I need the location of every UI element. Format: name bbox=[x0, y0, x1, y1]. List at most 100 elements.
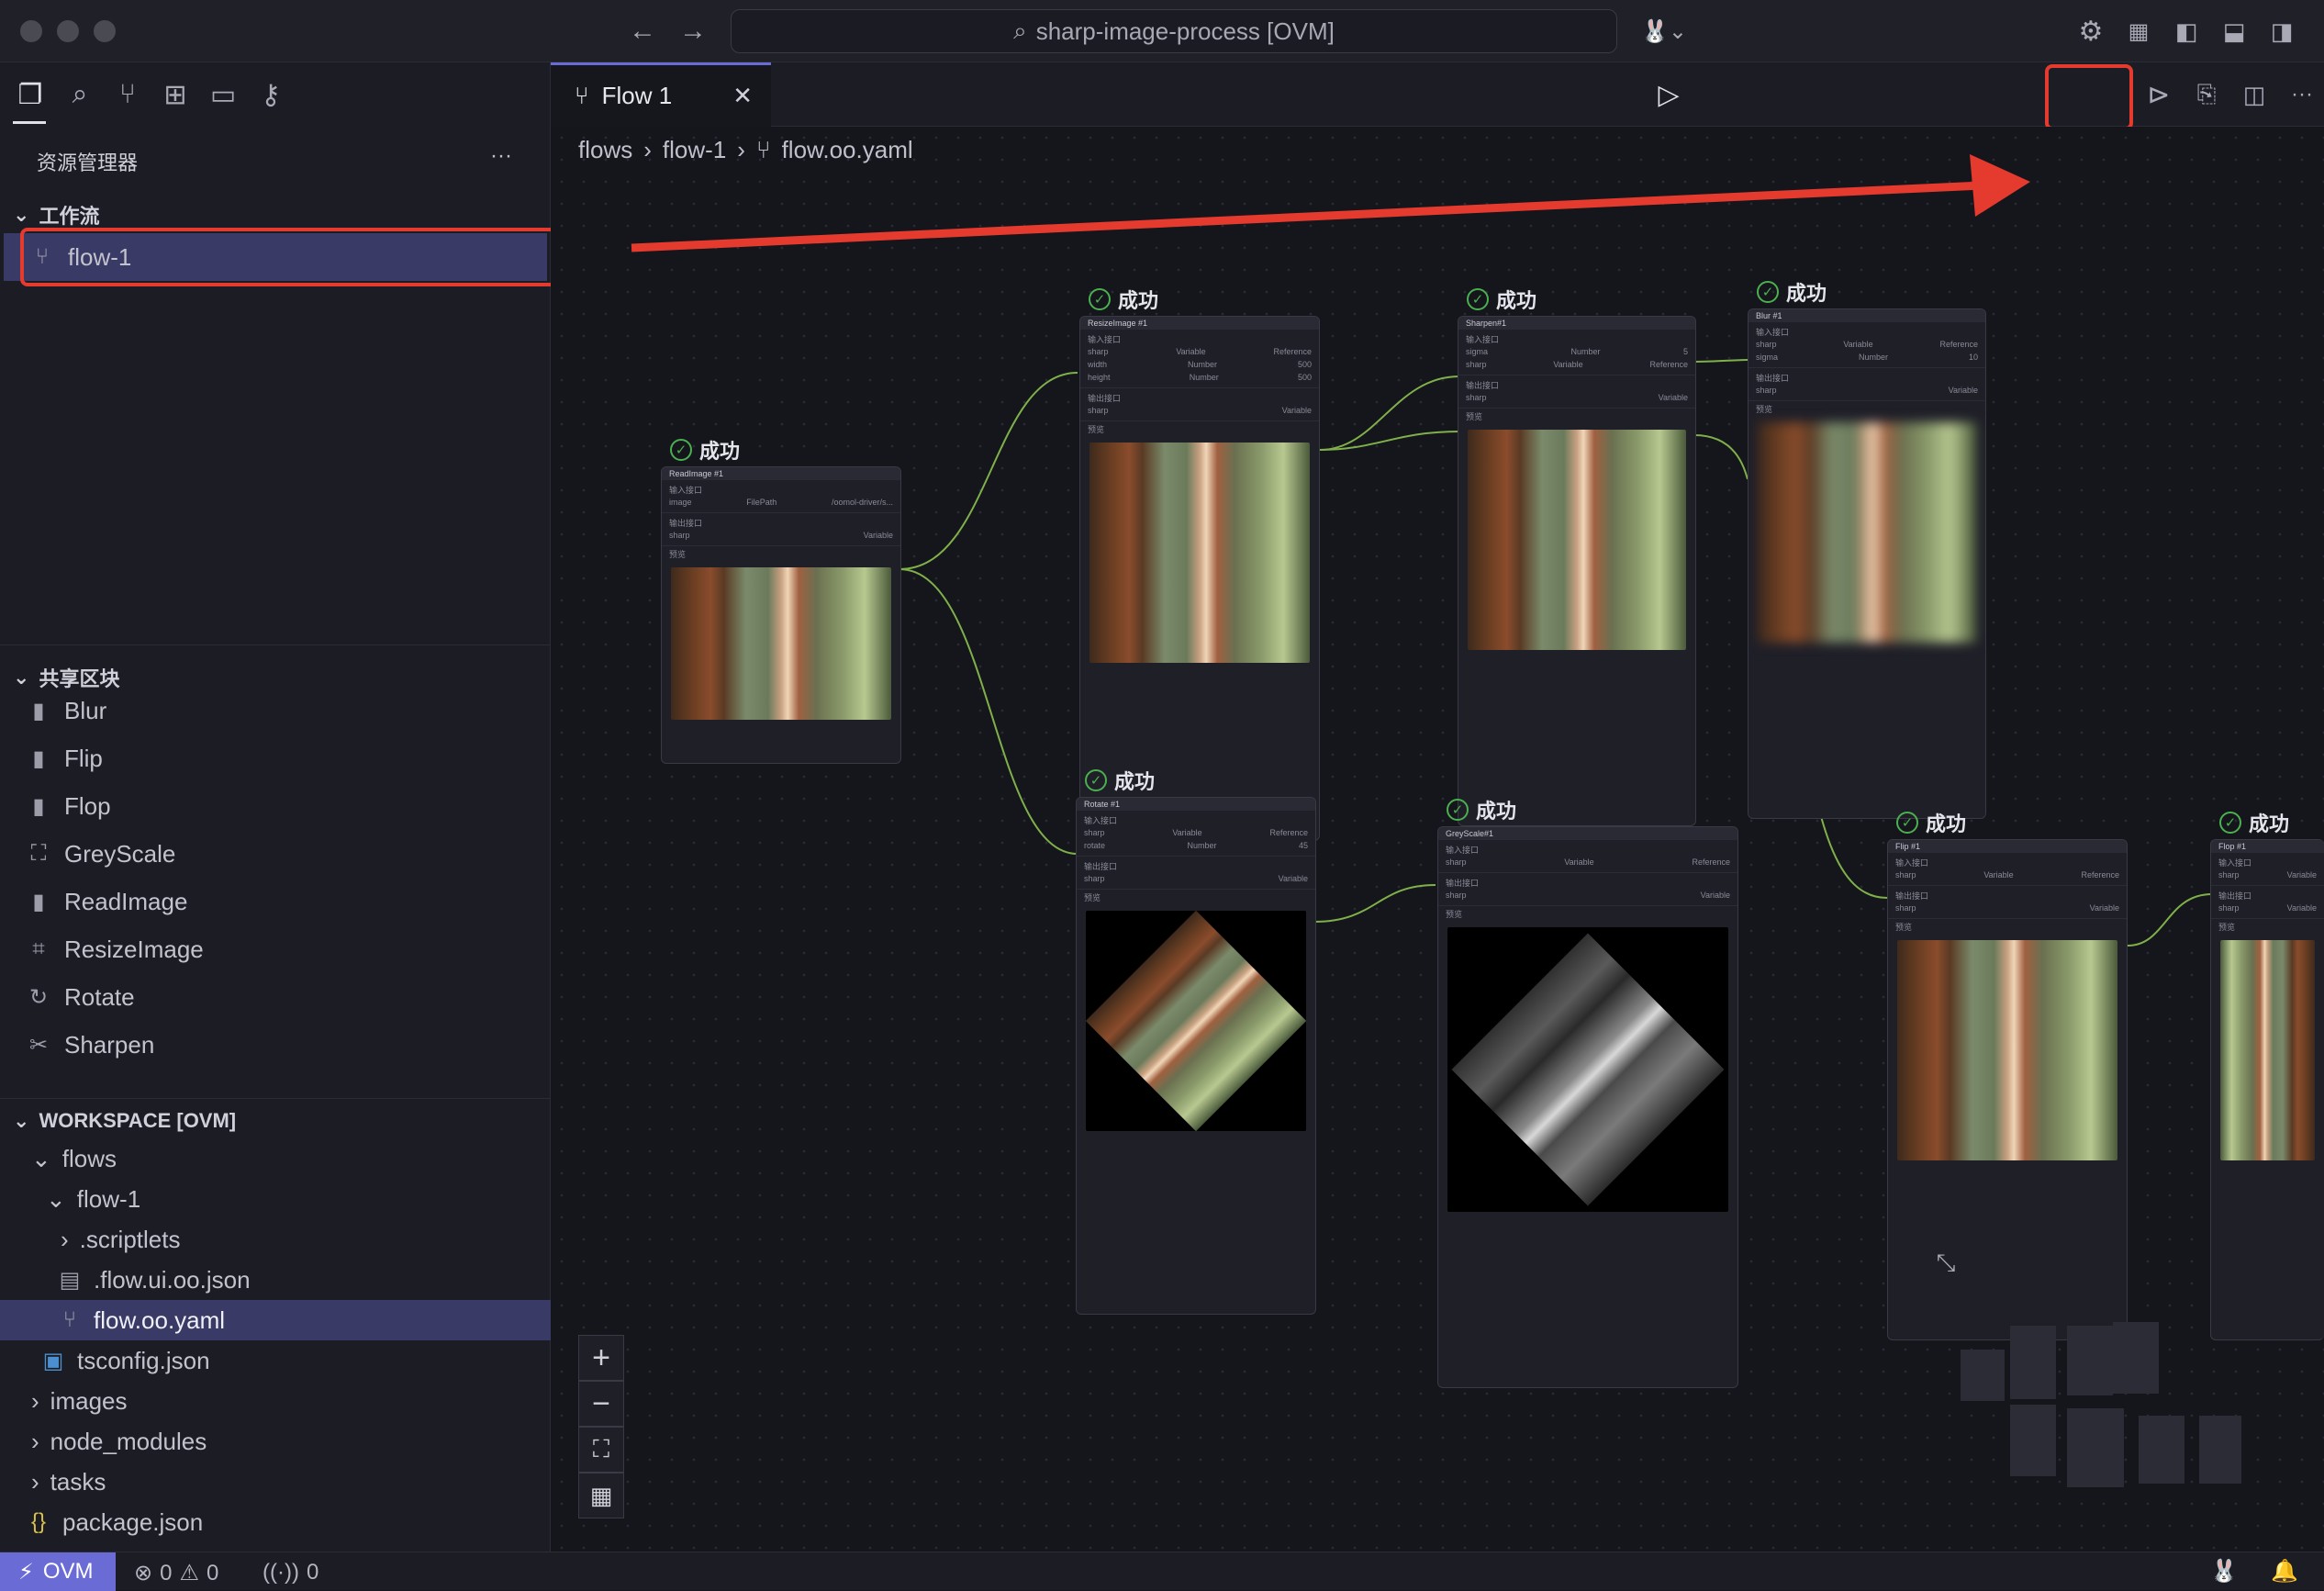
shared-item-sharpen[interactable]: ✂ Sharpen bbox=[26, 1021, 204, 1069]
window-zoom-dot[interactable] bbox=[94, 20, 116, 42]
command-center[interactable]: ⌕ sharp-image-process [OVM] bbox=[731, 9, 1617, 53]
files-icon[interactable]: ❐ bbox=[7, 62, 53, 127]
search-icon[interactable]: ⌕ bbox=[57, 62, 103, 127]
node-port-row[interactable]: sharp Variable Reference bbox=[1084, 826, 1308, 839]
copilot-icon[interactable]: 🐰⌄ bbox=[1638, 13, 1690, 50]
forward-arrow-icon[interactable]: → bbox=[675, 13, 711, 50]
close-icon[interactable]: ✕ bbox=[732, 82, 753, 110]
node-flip[interactable]: Flip #1 输入接口 sharp Variable Reference 输出接口… bbox=[1887, 839, 2128, 1340]
status-badge: ✓ 成功 bbox=[1089, 285, 1158, 314]
edge-flip-to-flop bbox=[2127, 893, 2213, 947]
extensions-icon[interactable]: ⊞ bbox=[152, 62, 198, 127]
node-port-row[interactable]: sharp Variable Reference bbox=[1088, 345, 1312, 358]
tree-item-flow-oo-yaml[interactable]: ⑂ flow.oo.yaml bbox=[57, 1300, 225, 1340]
shared-item-blur[interactable]: ▮ Blur bbox=[26, 687, 204, 734]
antenna-icon: ((·)) bbox=[263, 1560, 299, 1585]
node-port-row[interactable]: sharp Variable Reference bbox=[1756, 338, 1978, 351]
tree-item-flow-1[interactable]: ⌄ flow-1 bbox=[46, 1179, 140, 1219]
workspace-section-header[interactable]: ⌄ WORKSPACE [OVM] bbox=[13, 1109, 236, 1133]
chevron-down-icon: ⌄ bbox=[46, 1184, 66, 1213]
gear-icon[interactable]: ⚙ bbox=[2073, 13, 2109, 50]
bell-icon[interactable]: 🔔 bbox=[2271, 1558, 2298, 1585]
node-sharpen[interactable]: Sharpen#1 输入接口 sigma Number 5 sharp Variabl… bbox=[1458, 316, 1696, 826]
tree-item-images[interactable]: › images bbox=[31, 1381, 128, 1421]
node-rotate[interactable]: Rotate #1 输入接口 sharp Variable Reference ro… bbox=[1076, 797, 1316, 1315]
node-blur[interactable]: Blur #1 输入接口 sharp Variable Reference sigm… bbox=[1748, 308, 1986, 819]
title-bar: ← → ⌕ sharp-image-process [OVM] 🐰⌄ ⚙ ▦ ◧… bbox=[0, 0, 2324, 62]
tree-item-tasks[interactable]: › tasks bbox=[31, 1462, 106, 1502]
node-port-row[interactable]: sigma Number 5 bbox=[1466, 345, 1688, 358]
shared-item-greyscale[interactable]: ⛶ GreyScale bbox=[26, 830, 204, 878]
toggle-secondary-sidebar-icon[interactable]: ◨ bbox=[2263, 13, 2300, 50]
node-port-row[interactable]: sharp Variable bbox=[1084, 872, 1308, 885]
node-port-row[interactable]: sharp Variable Reference bbox=[1895, 868, 2119, 881]
more-actions-icon[interactable]: ··· bbox=[2282, 75, 2322, 114]
toggle-sidebar-icon[interactable]: ◧ bbox=[2168, 13, 2205, 50]
tree-item-scriptlets[interactable]: › .scriptlets bbox=[61, 1219, 180, 1260]
chevron-down-icon: ⌄ bbox=[31, 1144, 51, 1172]
zoom-in-icon[interactable]: + bbox=[578, 1335, 624, 1381]
node-port-row[interactable]: rotate Number 45 bbox=[1084, 839, 1308, 852]
shared-item-flop[interactable]: ▮ Flop bbox=[26, 782, 204, 830]
node-greyscale[interactable]: GreyScale#1 输入接口 sharp Variable Reference … bbox=[1437, 826, 1738, 1388]
node-port-row[interactable]: sigma Number 10 bbox=[1756, 351, 1978, 364]
more-actions-icon[interactable]: ··· bbox=[490, 143, 512, 169]
minimap[interactable] bbox=[1946, 1282, 2324, 1552]
tree-item-tsconfig[interactable]: ▣ tsconfig.json bbox=[40, 1340, 210, 1381]
node-port-row[interactable]: sharp Variable Reference bbox=[1466, 358, 1688, 371]
node-port-row[interactable]: sharp Variable bbox=[1466, 391, 1688, 404]
node-port-row[interactable]: sharp Variable bbox=[669, 529, 893, 542]
node-port-row[interactable]: width Number 500 bbox=[1088, 358, 1312, 371]
node-flop[interactable]: Flop #1 输入接口 sharp Variable 输出接口 sharp Vari… bbox=[2210, 839, 2324, 1340]
json-file-icon: ▤ bbox=[59, 1267, 81, 1293]
window-close-dot[interactable] bbox=[20, 20, 42, 42]
node-output-section: 输出接口 sharp Variable bbox=[1438, 873, 1737, 906]
collapse-minimap-icon[interactable]: ⤡ bbox=[1927, 1245, 1964, 1282]
search-icon: ⌕ bbox=[1013, 17, 1027, 44]
tree-item-flows[interactable]: ⌄ flows bbox=[31, 1138, 117, 1179]
shared-item-rotate[interactable]: ↻ Rotate bbox=[26, 973, 204, 1021]
node-title: ReadImage #1 bbox=[662, 467, 900, 480]
tree-item-flow-ui-json[interactable]: ▤ .flow.ui.oo.json bbox=[57, 1260, 251, 1300]
chevron-right-icon: › bbox=[31, 1467, 39, 1496]
window-minimize-dot[interactable] bbox=[57, 20, 79, 42]
shared-item-flip[interactable]: ▮ Flip bbox=[26, 734, 204, 782]
remote-indicator[interactable]: ⚡ OVM bbox=[0, 1552, 116, 1591]
toggle-panel-icon[interactable]: ⬓ bbox=[2216, 13, 2252, 50]
node-port-row[interactable]: sharp Variable bbox=[2218, 868, 2317, 881]
source-control-icon[interactable]: ⑂ bbox=[105, 62, 151, 127]
node-port-row[interactable]: sharp Variable bbox=[1088, 404, 1312, 417]
node-resizeimage[interactable]: ResizeImage #1 输入接口 sharp Variable Referen… bbox=[1079, 316, 1320, 841]
node-port-row[interactable]: sharp Variable bbox=[2218, 902, 2317, 914]
node-port-row[interactable]: sharp Variable bbox=[1895, 902, 2119, 914]
run-options-icon[interactable]: ⊳ bbox=[2139, 75, 2179, 114]
tree-item-node-modules[interactable]: › node_modules bbox=[31, 1421, 207, 1462]
flow-canvas[interactable]: flows › flow-1 › ⑂ flow.oo.yaml ✓ 成功 ReadIma… bbox=[551, 127, 2324, 1552]
zoom-out-icon[interactable]: − bbox=[578, 1381, 624, 1427]
workflow-section-header[interactable]: ⌄ 工作流 bbox=[13, 200, 99, 230]
copilot-icon[interactable]: 🐰 bbox=[2210, 1558, 2238, 1585]
node-port-row[interactable]: height Number 500 bbox=[1088, 371, 1312, 384]
customize-layout-icon[interactable]: ▦ bbox=[2120, 13, 2157, 50]
fit-view-icon[interactable]: ⛶ bbox=[578, 1427, 624, 1473]
back-arrow-icon[interactable]: ← bbox=[624, 13, 661, 50]
folder-icon[interactable]: ▭ bbox=[200, 62, 246, 127]
node-output-section: 输出接口 sharp Variable bbox=[662, 513, 900, 546]
open-file-icon[interactable]: ⎘ bbox=[2186, 75, 2227, 114]
problems-indicator[interactable]: ⊗ 0 ⚠ 0 bbox=[134, 1560, 218, 1586]
node-readimage[interactable]: ReadImage #1 输入接口 image FilePath/oomol-dri… bbox=[661, 466, 901, 764]
auto-layout-icon[interactable]: ▦ bbox=[578, 1473, 624, 1518]
ports-indicator[interactable]: ((·)) 0 bbox=[263, 1560, 318, 1585]
node-port-row[interactable]: sharp Variable bbox=[1756, 384, 1978, 397]
split-editor-icon[interactable]: ◫ bbox=[2234, 75, 2274, 114]
node-port-row[interactable]: image FilePath/oomol-driver/s... bbox=[669, 496, 893, 509]
shared-item-readimage[interactable]: ▮ ReadImage bbox=[26, 878, 204, 925]
tree-item-package-json[interactable]: {} package.json bbox=[26, 1502, 203, 1542]
shared-item-resizeimage[interactable]: ⌗ ResizeImage bbox=[26, 925, 204, 973]
node-input-section: 输入接口 sharp Variable Reference bbox=[1888, 853, 2127, 886]
node-port-row[interactable]: sharp Variable bbox=[1446, 889, 1730, 902]
node-port-row[interactable]: sharp Variable Reference bbox=[1446, 856, 1730, 868]
tab-flow-1[interactable]: ⑂ Flow 1 ✕ bbox=[551, 62, 771, 127]
key-icon[interactable]: ⚷ bbox=[248, 62, 294, 127]
run-flow-icon[interactable]: ▷ bbox=[1648, 75, 1689, 114]
